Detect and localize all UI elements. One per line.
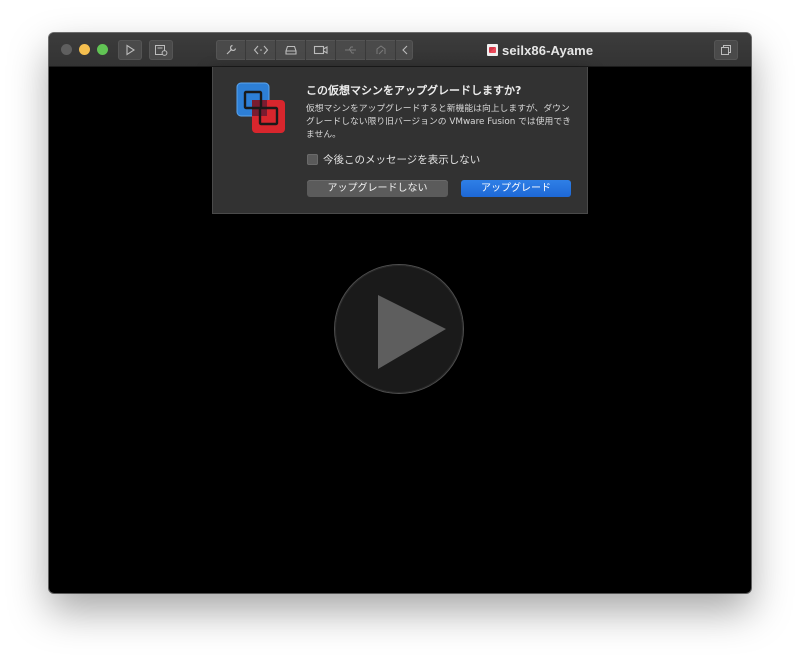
vm-document-icon — [487, 44, 498, 56]
power-on-play-button[interactable] — [335, 265, 463, 393]
desktop-background: seilx86-Ayame この仮想マシンをアップグレードしますか? 仮想マシン… — [0, 0, 800, 658]
dialog-title: この仮想マシンをアップグレードしますか? — [306, 84, 522, 97]
camera-icon — [313, 45, 328, 55]
hard-disk-icon — [284, 45, 297, 55]
camera-button[interactable] — [306, 40, 336, 60]
dont-upgrade-button[interactable]: アップグレードしない — [307, 180, 448, 197]
upgrade-button[interactable]: アップグレード — [461, 180, 571, 197]
hard-disk-button[interactable] — [276, 40, 306, 60]
play-icon — [378, 295, 446, 369]
usb-button[interactable] — [336, 40, 366, 60]
vm-window: seilx86-Ayame この仮想マシンをアップグレードしますか? 仮想マシン… — [49, 33, 751, 593]
toolbar-overflow-button[interactable] — [396, 40, 413, 60]
window-unity-icon — [721, 45, 731, 55]
network-disconnected-icon — [376, 45, 385, 55]
unity-view-button[interactable] — [714, 40, 738, 60]
dont-show-again-checkbox[interactable] — [307, 154, 318, 165]
maximize-window-button[interactable] — [97, 44, 108, 55]
dont-show-again-option[interactable]: 今後このメッセージを表示しない — [307, 152, 480, 167]
usb-icon — [344, 46, 356, 54]
dont-show-again-label[interactable]: 今後このメッセージを表示しない — [323, 152, 480, 167]
chevron-left-icon — [401, 45, 407, 55]
upgrade-dialog: この仮想マシンをアップグレードしますか? 仮想マシンをアップグレードすると新機能… — [212, 67, 588, 214]
vmware-fusion-logo — [236, 82, 285, 133]
play-icon — [126, 44, 136, 56]
network-button[interactable] — [366, 40, 396, 60]
window-title: seilx86-Ayame — [487, 42, 593, 58]
title-bar[interactable]: seilx86-Ayame — [49, 33, 751, 67]
dialog-message: 仮想マシンをアップグレードすると新機能は向上しますが、ダウングレードしない限り旧… — [306, 104, 571, 140]
settings-button[interactable] — [216, 40, 246, 60]
snapshot-icon — [155, 45, 168, 56]
snapshot-button[interactable] — [149, 40, 173, 60]
close-window-button[interactable] — [61, 44, 72, 55]
start-vm-button[interactable] — [118, 40, 142, 60]
developer-button[interactable] — [246, 40, 276, 60]
window-title-text: seilx86-Ayame — [502, 42, 594, 58]
code-brackets-icon — [253, 45, 268, 55]
device-toolbar-group — [216, 40, 413, 60]
minimize-window-button[interactable] — [79, 44, 90, 55]
settings-wrench-icon — [226, 44, 236, 55]
